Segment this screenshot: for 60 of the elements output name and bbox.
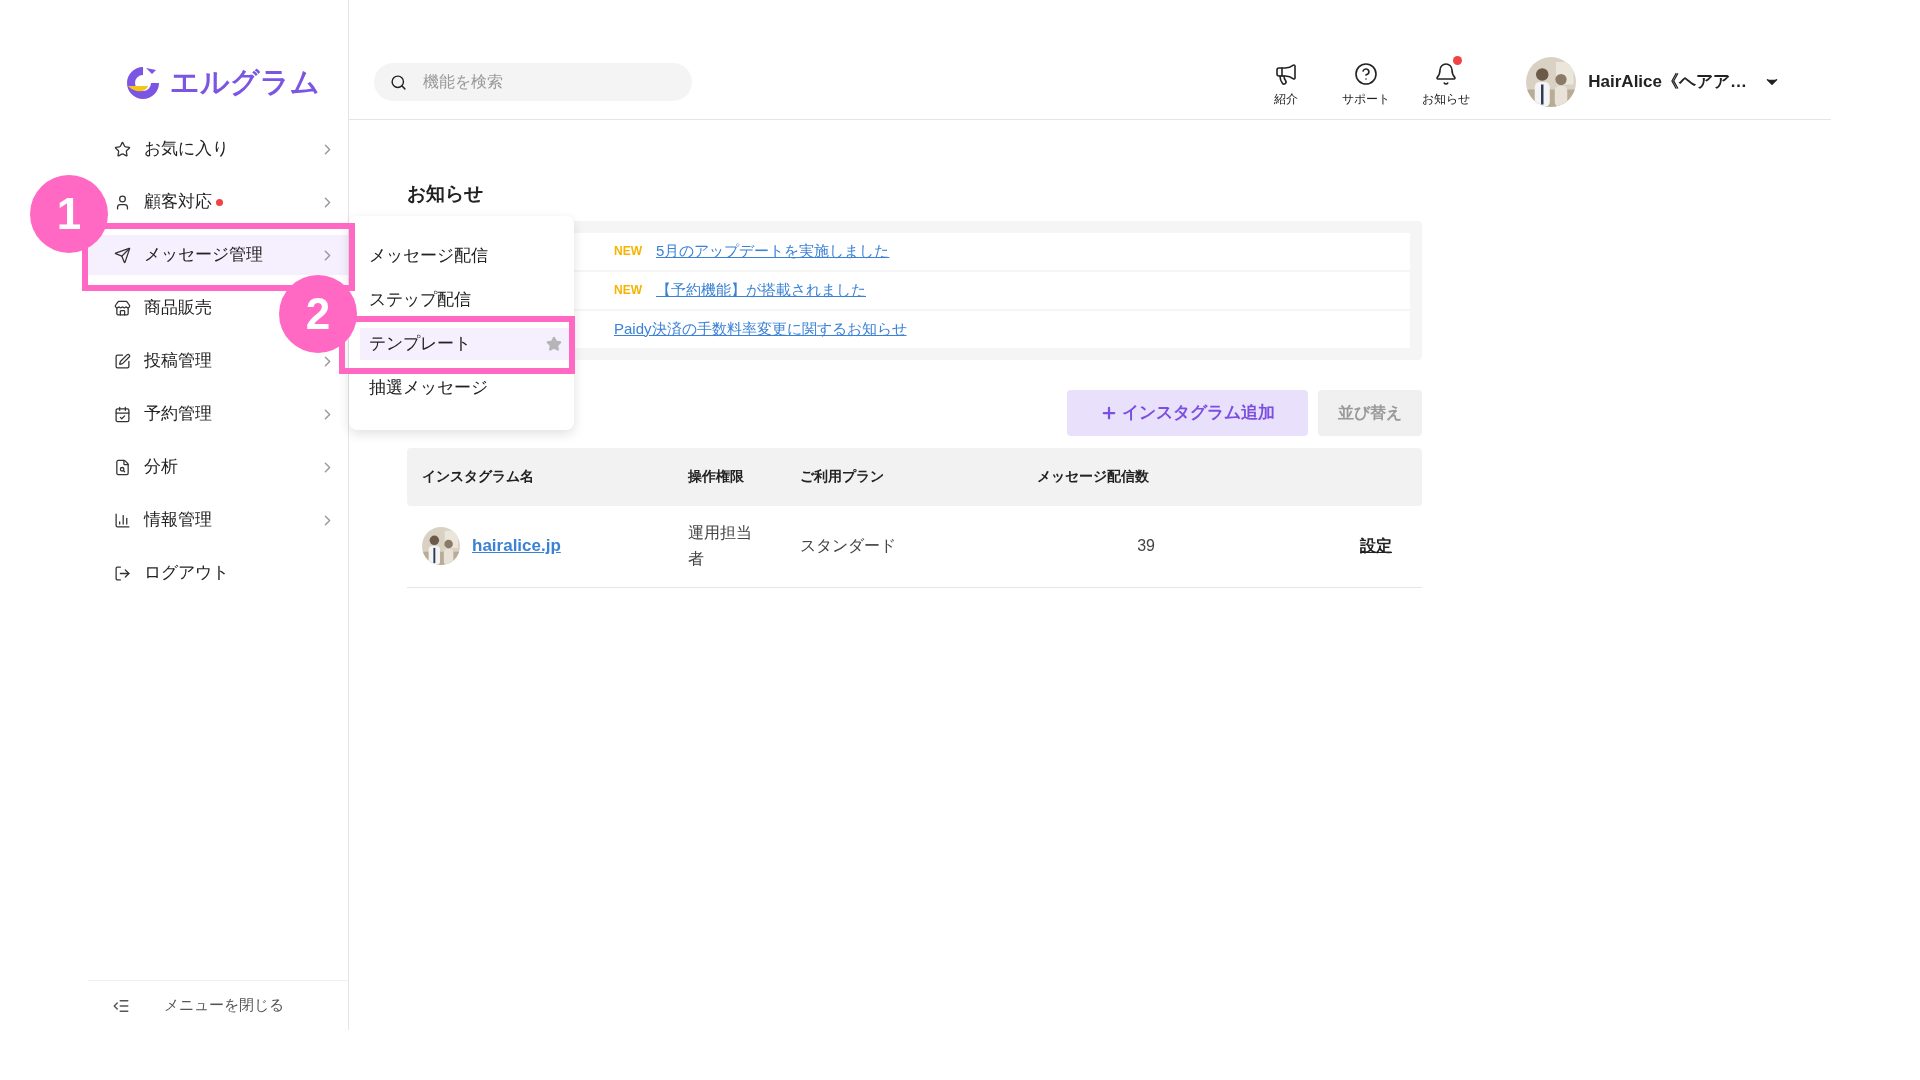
document-search-icon <box>114 458 131 476</box>
sidebar-label: 分析 <box>144 456 178 479</box>
sidebar-item[interactable]: お気に入り <box>112 129 233 169</box>
calendar-icon <box>114 405 131 423</box>
account-link[interactable]: hairalice.jp <box>472 533 561 559</box>
send-icon <box>114 246 131 264</box>
user-name[interactable]: HairAlice《ヘアア… <box>1588 69 1747 95</box>
sidebar-label: ログアウト <box>144 562 229 585</box>
column-header: メッセージ配信数 <box>1037 467 1149 486</box>
search-placeholder: 機能を検索 <box>423 72 503 92</box>
logo-text: エルグラム <box>170 64 320 100</box>
table-cell-text: 運用担当者 <box>688 523 753 569</box>
notice-link[interactable]: 【予約機能】が搭載されました <box>656 278 866 302</box>
star-icon[interactable] <box>546 336 562 352</box>
sidebar-label: 情報管理 <box>144 509 212 532</box>
settings-link[interactable]: 設定 <box>1360 534 1392 558</box>
notice-link[interactable]: 5月のアップデートを実施しました <box>656 239 890 263</box>
sidebar-label: 商品販売 <box>144 297 212 320</box>
sidebar-item[interactable]: 分析 <box>112 447 182 487</box>
edit-icon <box>114 352 131 370</box>
close-menu-link[interactable]: メニューを閉じる <box>164 994 284 1017</box>
step-badge: 2 <box>279 275 357 353</box>
header-action[interactable]: お知らせ <box>1416 56 1477 108</box>
search-icon <box>390 73 407 91</box>
sidebar-item[interactable]: ログアウト <box>112 553 233 593</box>
sidebar-label: お気に入り <box>144 138 229 161</box>
sidebar-label: メッセージ管理 <box>144 244 263 267</box>
new-label: NEW <box>614 243 643 260</box>
header-action[interactable]: 紹介 <box>1256 56 1317 108</box>
help-icon <box>1354 62 1379 86</box>
person-icon <box>114 193 131 211</box>
column-header: 操作権限 <box>688 467 745 486</box>
column-header: ご利用プラン <box>800 467 885 486</box>
column-header: インスタグラム名 <box>421 467 535 486</box>
bar-chart-icon <box>114 511 131 529</box>
sidebar-item[interactable]: メッセージ管理 <box>88 235 348 275</box>
sidebar-item[interactable]: 商品販売 <box>112 288 216 328</box>
sidebar-item[interactable]: 顧客対応 <box>112 182 227 222</box>
step-badge: 1 <box>30 175 108 253</box>
submenu-item[interactable]: メッセージ配信 <box>360 240 574 272</box>
new-label: NEW <box>614 282 643 299</box>
submenu-item[interactable]: ステップ配信 <box>360 284 574 316</box>
store-icon <box>114 299 131 317</box>
logout-icon <box>114 564 131 582</box>
star-icon <box>114 140 131 158</box>
submenu-item[interactable]: 抽選メッセージ <box>360 372 574 404</box>
table-cell-text: スタンダード <box>800 536 897 556</box>
sidebar-label: 顧客対応 <box>144 191 212 214</box>
bell-icon <box>1434 62 1459 86</box>
notice-link[interactable]: Paidy決済の手数料率変更に関するお知らせ <box>614 317 907 341</box>
add-instagram-button[interactable]: インスタグラム追加 <box>1067 389 1308 436</box>
megaphone-icon <box>1274 62 1299 86</box>
sidebar-item[interactable]: 投稿管理 <box>112 341 216 381</box>
sidebar-label: 予約管理 <box>144 403 212 426</box>
sidebar-label: 投稿管理 <box>144 350 212 373</box>
notices-title: お知らせ <box>407 182 484 206</box>
header-action[interactable]: サポート <box>1336 56 1397 108</box>
sidebar-item[interactable]: 予約管理 <box>112 394 216 434</box>
sidebar-item[interactable]: 情報管理 <box>112 500 216 540</box>
table-cell-text: 39 <box>1136 536 1155 556</box>
